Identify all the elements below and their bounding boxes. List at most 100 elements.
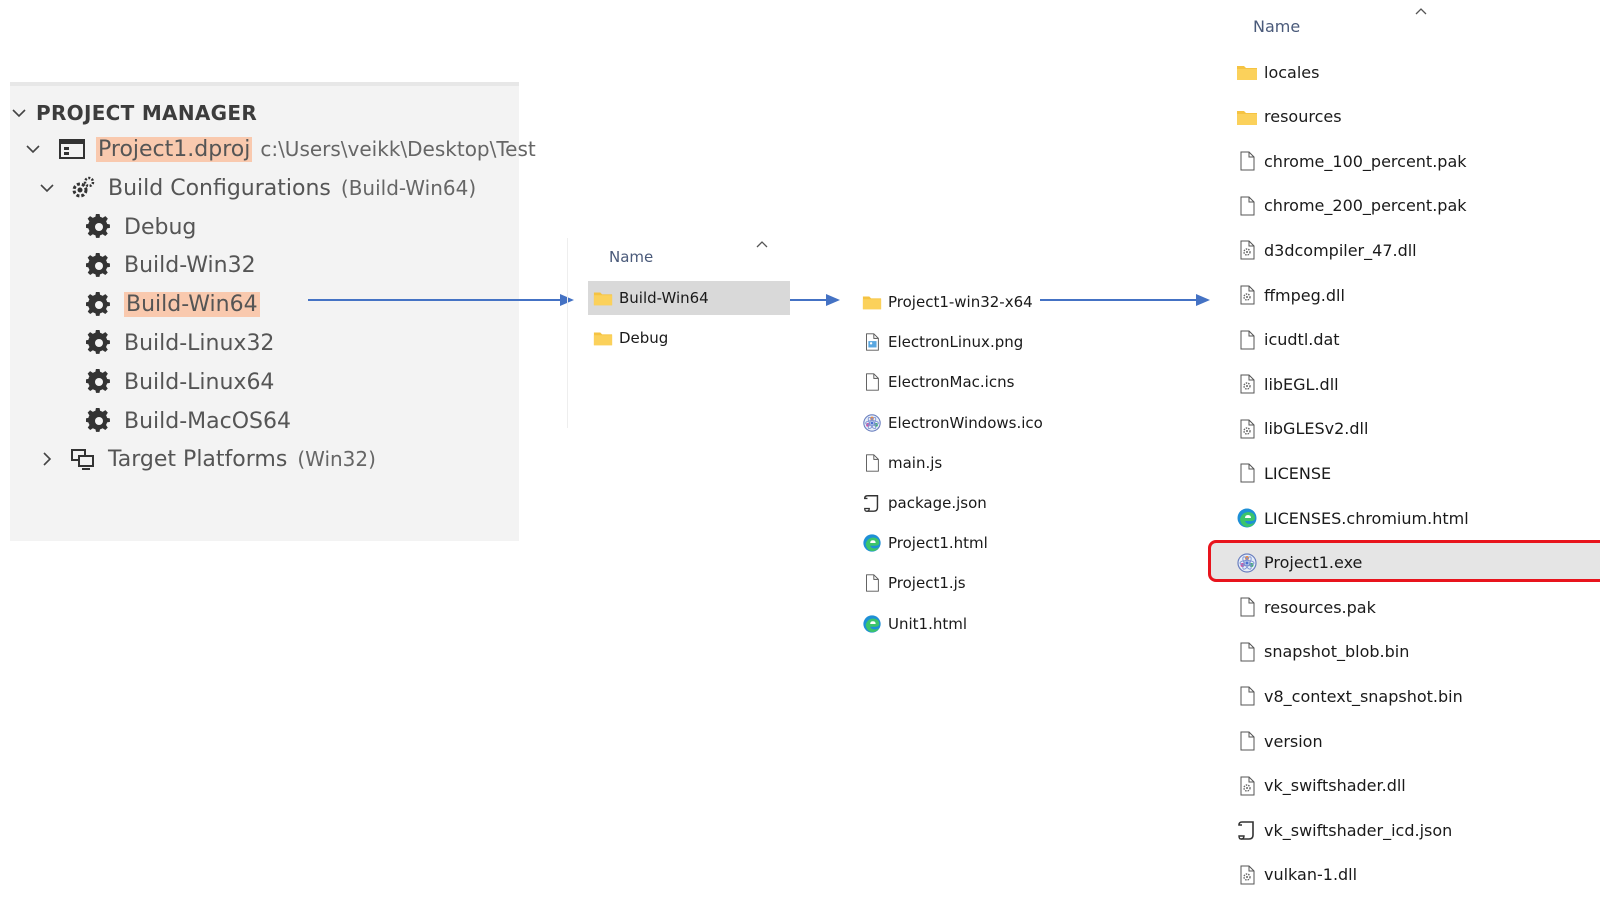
file-list-item[interactable]: Project1.html: [862, 531, 988, 555]
file-list-item[interactable]: chrome_200_percent.pak: [1236, 193, 1467, 219]
chevron-down-icon[interactable]: [24, 140, 42, 158]
file-list-item[interactable]: ElectronLinux.png: [862, 330, 1023, 354]
build-configurations-label: Build Configurations: [108, 175, 331, 201]
file-name: ElectronWindows.ico: [888, 413, 1043, 432]
file-name: libGLESv2.dll: [1264, 419, 1369, 439]
file-list-item[interactable]: chrome_100_percent.pak: [1236, 148, 1467, 174]
file-list-item[interactable]: v8_context_snapshot.bin: [1236, 683, 1463, 709]
gear-icon: [86, 330, 112, 356]
build-configurations-active: (Build-Win64): [340, 176, 477, 200]
folder-icon: [1236, 106, 1258, 128]
dll-file-icon: [1236, 284, 1258, 306]
folder-icon: [1236, 61, 1258, 83]
configuration-item[interactable]: Build-Linux64: [86, 367, 274, 397]
chevron-right-icon[interactable]: [38, 450, 56, 468]
file-name: LICENSE: [1264, 463, 1332, 483]
folder-icon: [593, 288, 613, 308]
name-column-header[interactable]: Name: [609, 248, 653, 266]
folder-icon: [862, 292, 882, 312]
file-name: icudtl.dat: [1264, 330, 1340, 350]
file-list-item[interactable]: resources: [1236, 104, 1342, 130]
file-name: resources.pak: [1264, 597, 1376, 617]
edge-icon: [862, 533, 882, 553]
build-configurations-node[interactable]: Build Configurations (Build-Win64): [38, 173, 476, 203]
project-name[interactable]: Project1.dproj: [96, 136, 253, 162]
gear-icon: [86, 291, 112, 318]
file-icon: [862, 372, 882, 392]
sort-ascending-icon[interactable]: [1414, 6, 1428, 16]
file-list-item[interactable]: snapshot_blob.bin: [1236, 639, 1409, 665]
configuration-item[interactable]: Build-MacOS64: [86, 406, 291, 436]
gear-icon: [86, 369, 112, 395]
project-node[interactable]: Project1.dproj c:\Users\veikk\Desktop\Te…: [24, 134, 536, 164]
edge-icon: [1236, 507, 1258, 529]
file-list-item[interactable]: locales: [1236, 59, 1319, 85]
sort-ascending-icon[interactable]: [755, 239, 769, 249]
file-name: locales: [1264, 62, 1320, 82]
name-column-header[interactable]: Name: [1253, 17, 1300, 36]
file-icon: [862, 453, 882, 473]
file-list-item[interactable]: Build-Win64: [588, 281, 790, 315]
file-list-item[interactable]: vk_swiftshader_icd.json: [1236, 817, 1452, 843]
gear-icon: [86, 214, 112, 240]
configuration-label: Build-Win32: [124, 253, 256, 279]
gears-icon: [70, 175, 96, 201]
chevron-down-icon[interactable]: [10, 104, 28, 122]
app-icon: [862, 413, 882, 433]
configuration-label: Build-Linux32: [124, 330, 275, 356]
file-name: vulkan-1.dll: [1264, 865, 1358, 885]
file-name: version: [1264, 731, 1323, 751]
file-list-item[interactable]: LICENSE: [1236, 460, 1331, 486]
configuration-item[interactable]: Build-Linux32: [86, 328, 274, 358]
configuration-label: Debug: [124, 214, 197, 240]
file-name: vk_swiftshader.dll: [1264, 776, 1406, 796]
file-name: Unit1.html: [888, 614, 968, 633]
target-platforms-node[interactable]: Target Platforms (Win32): [38, 444, 376, 474]
file-list-item[interactable]: Unit1.html: [862, 612, 967, 636]
file-list-item[interactable]: libGLESv2.dll: [1236, 416, 1368, 442]
file-list-item[interactable]: Project1.js: [862, 571, 966, 595]
file-name: snapshot_blob.bin: [1264, 642, 1410, 662]
file-list-item[interactable]: LICENSES.chromium.html: [1236, 505, 1469, 531]
configuration-label: Build-MacOS64: [124, 408, 291, 434]
configuration-label: Build-Linux64: [124, 369, 275, 395]
file-icon: [1236, 641, 1258, 663]
gear-icon: [86, 252, 112, 279]
highlighted-file-item[interactable]: Project1.exe: [1236, 550, 1362, 576]
configuration-item[interactable]: Debug: [86, 212, 196, 242]
file-list-item[interactable]: version: [1236, 728, 1323, 754]
file-list-item[interactable]: Debug: [588, 321, 790, 355]
file-name: ffmpeg.dll: [1264, 285, 1345, 305]
column-divider: [567, 238, 568, 428]
file-list-item[interactable]: ElectronMac.icns: [862, 370, 1014, 394]
file-name: d3dcompiler_47.dll: [1264, 240, 1417, 260]
arrow-1: [308, 294, 574, 306]
dll-file-icon: [1236, 418, 1258, 440]
chevron-down-icon[interactable]: [38, 179, 56, 197]
file-list-item[interactable]: icudtl.dat: [1236, 327, 1340, 353]
dll-file-icon: [1236, 239, 1258, 261]
configuration-item[interactable]: Build-Win32: [86, 251, 256, 281]
image-file-icon: [862, 332, 882, 352]
file-list-item[interactable]: main.js: [862, 451, 942, 475]
file-name: chrome_200_percent.pak: [1264, 196, 1467, 216]
file-list-item[interactable]: ffmpeg.dll: [1236, 282, 1345, 308]
file-name: Build-Win64: [619, 289, 709, 307]
file-list-item[interactable]: ElectronWindows.ico: [862, 411, 1043, 435]
file-list-item[interactable]: resources.pak: [1236, 594, 1376, 620]
file-icon: [1236, 730, 1258, 752]
file-list-item[interactable]: package.json: [862, 491, 987, 515]
file-icon: [1236, 685, 1258, 707]
file-list-item[interactable]: vk_swiftshader.dll: [1236, 773, 1406, 799]
file-icon: [862, 573, 882, 593]
file-name: v8_context_snapshot.bin: [1264, 686, 1463, 706]
project-manager-header[interactable]: PROJECT MANAGER: [10, 98, 257, 128]
configuration-item[interactable]: Build-Win64: [86, 290, 260, 320]
file-icon: [1236, 462, 1258, 484]
file-list-item[interactable]: vulkan-1.dll: [1236, 862, 1357, 888]
file-list-item[interactable]: Project1-win32-x64: [862, 290, 1033, 314]
edge-icon: [862, 614, 882, 634]
file-name: libEGL.dll: [1264, 374, 1339, 394]
file-list-item[interactable]: libEGL.dll: [1236, 371, 1339, 397]
file-list-item[interactable]: d3dcompiler_47.dll: [1236, 237, 1417, 263]
